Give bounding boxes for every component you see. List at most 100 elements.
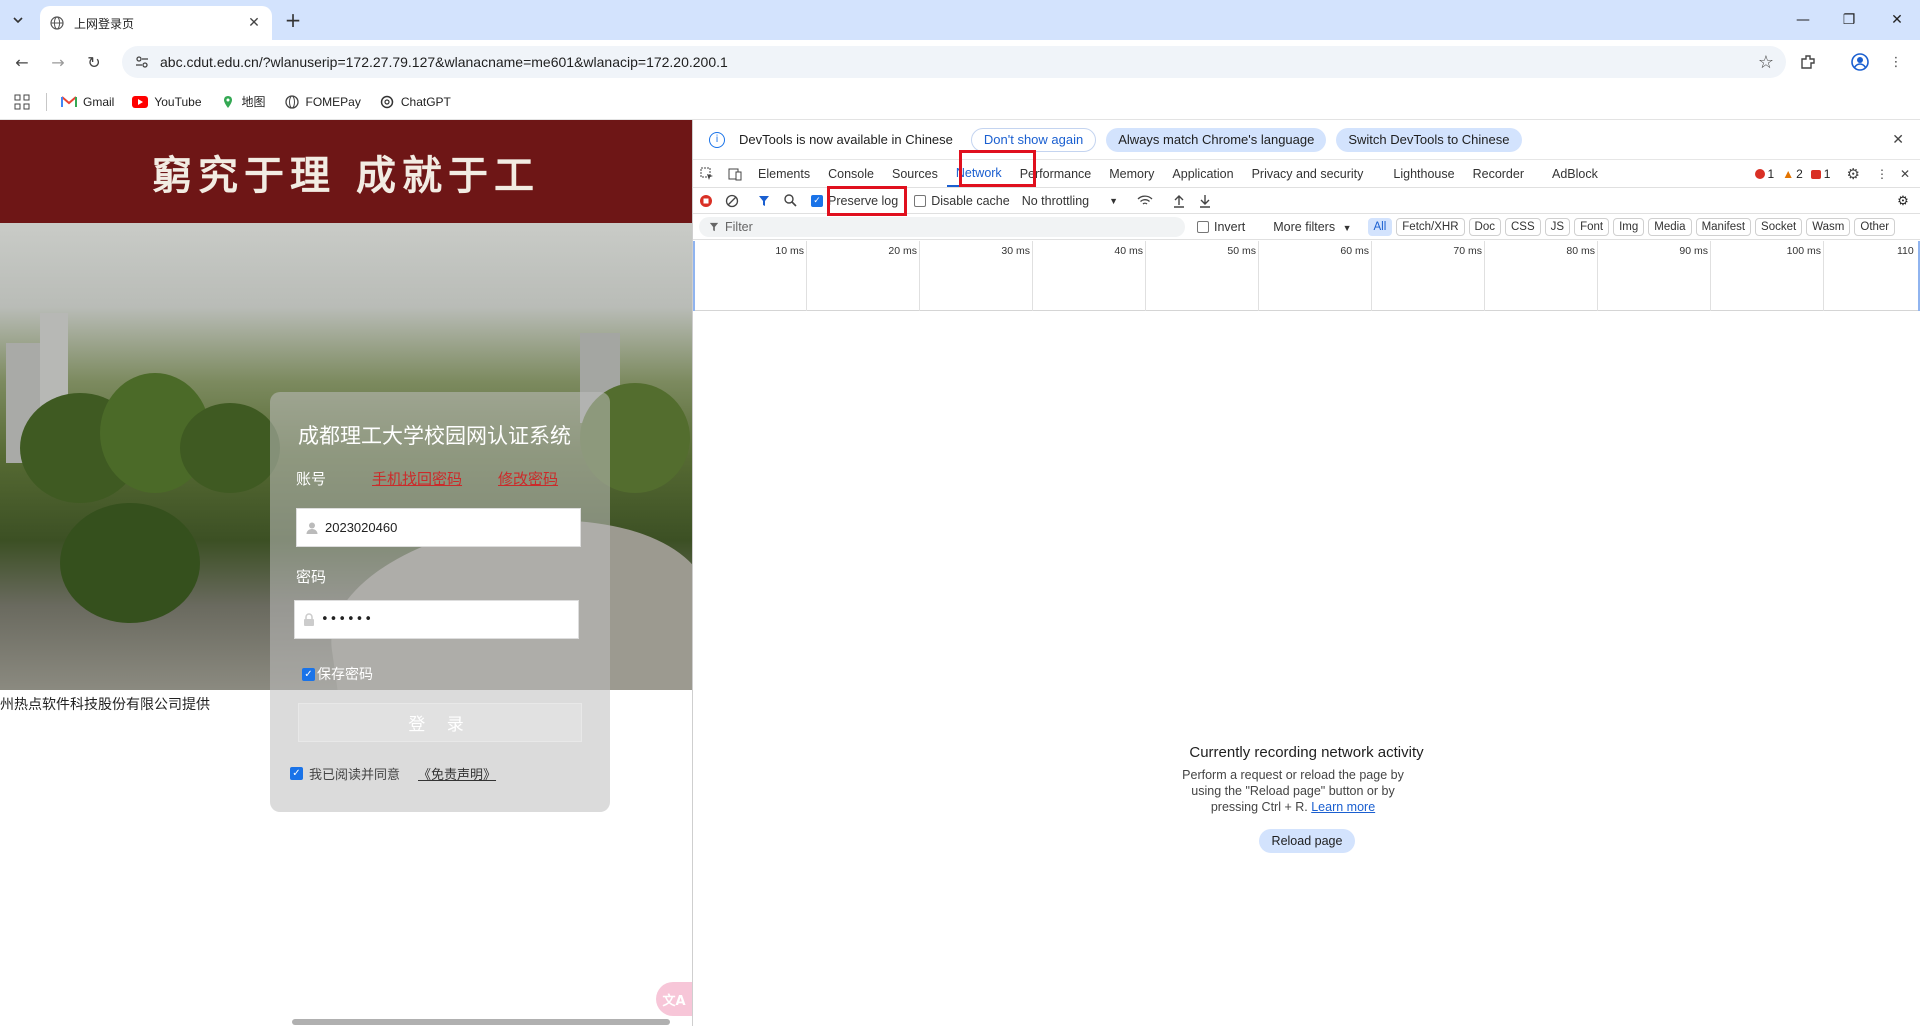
kebab-menu-icon[interactable]: ⋮ (1876, 167, 1888, 181)
timeline-tick-label: 30 ms (1001, 245, 1030, 257)
filter-chip-doc[interactable]: Doc (1468, 217, 1501, 236)
tab-elements[interactable]: Elements (749, 161, 819, 187)
reload-page-button[interactable]: Reload page (1259, 829, 1355, 853)
gear-icon[interactable]: ⚙ (1846, 165, 1859, 183)
timeline-tick-label: 70 ms (1453, 245, 1482, 257)
browser-tab[interactable]: 上网登录页 ✕ (40, 6, 272, 40)
filter-chip-img[interactable]: Img (1613, 217, 1645, 236)
inspect-element-icon[interactable] (693, 161, 721, 187)
search-icon[interactable] (777, 189, 803, 213)
timeline-tick-label: 90 ms (1679, 245, 1708, 257)
tab-strip: 上网登录页 ✕ + — ❐ ✕ (0, 0, 1920, 40)
globe-icon (284, 94, 300, 110)
devtools-close-icon[interactable]: ✕ (1900, 167, 1910, 181)
timeline-tick (1145, 241, 1146, 311)
change-password-link[interactable]: 修改密码 (498, 468, 558, 489)
switch-chinese-button[interactable]: Switch DevTools to Chinese (1336, 127, 1522, 152)
web-page: 窮究于理 成就于工 成都理工大学校园网认证系统 账号 手机找回密码 修改密码 2… (0, 120, 692, 1026)
bookmark-chatgpt[interactable]: ChatGPT (379, 94, 451, 110)
profile-icon[interactable] (1846, 48, 1874, 76)
timeline-tick (1258, 241, 1259, 311)
bookmark-star-icon[interactable]: ☆ (1758, 52, 1774, 73)
password-value: •••••• (321, 612, 374, 627)
login-button[interactable]: 登 录 (298, 703, 582, 742)
filter-chip-fetch-xhr[interactable]: Fetch/XHR (1396, 217, 1465, 236)
translate-icon[interactable]: 文A (656, 982, 692, 1016)
disable-cache-checkbox[interactable]: Disable cache (914, 194, 1010, 208)
more-filters-dropdown[interactable]: More filters ▼ (1273, 220, 1351, 234)
filter-chip-all[interactable]: All (1367, 217, 1393, 236)
password-input[interactable]: •••••• (294, 600, 579, 639)
bookmark-gmail[interactable]: Gmail (61, 94, 114, 110)
network-tab-highlight (959, 150, 1036, 187)
reload-button[interactable]: ↻ (80, 48, 108, 76)
save-password-checkbox[interactable]: ✓ 保存密码 (302, 664, 373, 684)
tab-close-icon[interactable]: ✕ (246, 15, 262, 31)
filter-chip-js[interactable]: JS (1544, 217, 1571, 236)
devtools-panel: i DevTools is now available in Chinese D… (693, 120, 1920, 1026)
tab-sources[interactable]: Sources (883, 161, 947, 187)
import-har-icon[interactable] (1166, 189, 1192, 213)
forward-button[interactable]: → (44, 48, 72, 76)
timeline-tick-label: 100 ms (1786, 245, 1821, 257)
close-window-button[interactable]: ✕ (1874, 0, 1920, 40)
bookmark-fomepay[interactable]: FOMEPay (284, 94, 361, 110)
tab-memory[interactable]: Memory (1100, 161, 1163, 187)
restore-button[interactable]: ❐ (1826, 0, 1872, 40)
site-info-icon[interactable] (134, 54, 150, 70)
timeline-tick (1710, 241, 1711, 311)
apps-grid-icon[interactable] (14, 94, 30, 110)
throttling-select[interactable]: No throttling ▼ (1022, 194, 1118, 208)
bookmark-maps[interactable]: 地图 (220, 93, 266, 110)
phone-recover-link[interactable]: 手机找回密码 (372, 468, 462, 489)
clear-icon[interactable] (719, 189, 745, 213)
tab-recorder[interactable]: Recorder (1464, 161, 1533, 187)
network-overview-timeline[interactable]: 10 ms 20 ms 30 ms 40 ms 50 ms 60 ms 70 m… (693, 241, 1920, 311)
filter-chip-other[interactable]: Other (1854, 217, 1896, 236)
menu-kebab-icon[interactable]: ⋮ (1882, 48, 1910, 76)
infobar-close-icon[interactable]: ✕ (1892, 132, 1904, 148)
dont-show-again-button[interactable]: Don't show again (970, 127, 1097, 152)
agree-checkbox[interactable]: ✓ 我已阅读并同意 《免责声明》 (290, 764, 496, 783)
extensions-icon[interactable] (1794, 48, 1822, 76)
device-toolbar-icon[interactable] (721, 161, 749, 187)
save-password-label: 保存密码 (317, 667, 373, 683)
filter-chip-media[interactable]: Media (1648, 217, 1692, 236)
filter-chip-font[interactable]: Font (1574, 217, 1610, 236)
error-icon (1754, 169, 1765, 179)
minimize-button[interactable]: — (1780, 0, 1826, 40)
timeline-left-handle[interactable] (693, 241, 695, 311)
learn-more-link[interactable]: Learn more (1311, 800, 1375, 814)
filter-chip-manifest[interactable]: Manifest (1695, 217, 1752, 236)
filter-chip-wasm[interactable]: Wasm (1806, 217, 1851, 236)
error-count[interactable]: 1 (1754, 167, 1774, 181)
tab-search-button[interactable] (6, 8, 30, 32)
filter-funnel-icon[interactable] (751, 189, 777, 213)
tab-adblock[interactable]: AdBlock (1543, 161, 1607, 187)
new-tab-button[interactable]: + (282, 8, 304, 32)
youtube-icon (132, 94, 149, 110)
dropdown-arrow-icon: ▼ (1342, 222, 1352, 233)
url-text: abc.cdut.edu.cn/?wlanuserip=172.27.79.12… (160, 54, 728, 70)
network-settings-gear-icon[interactable]: ⚙ (1890, 189, 1916, 213)
export-har-icon[interactable] (1192, 189, 1218, 213)
always-match-button[interactable]: Always match Chrome's language (1106, 127, 1327, 152)
record-stop-icon[interactable] (693, 189, 719, 213)
tab-privacy-security[interactable]: Privacy and security (1243, 161, 1373, 187)
warning-count[interactable]: ▲ 2 (1782, 167, 1803, 181)
issue-count[interactable]: 1 (1810, 167, 1830, 181)
back-button[interactable]: ← (8, 48, 36, 76)
filter-chip-socket[interactable]: Socket (1755, 217, 1803, 236)
bookmark-youtube[interactable]: YouTube (132, 94, 202, 110)
disclaimer-link[interactable]: 《免责声明》 (418, 764, 496, 783)
tab-application[interactable]: Application (1163, 161, 1242, 187)
horizontal-scrollbar[interactable] (0, 1018, 692, 1026)
tab-console[interactable]: Console (819, 161, 883, 187)
tab-lighthouse[interactable]: Lighthouse (1384, 161, 1463, 187)
network-conditions-icon[interactable] (1132, 189, 1158, 213)
invert-checkbox[interactable]: Invert (1197, 220, 1245, 234)
filter-input[interactable]: Filter (699, 216, 1185, 237)
filter-chip-css[interactable]: CSS (1504, 217, 1541, 236)
username-input[interactable]: 2023020460 (296, 508, 581, 547)
address-bar[interactable]: abc.cdut.edu.cn/?wlanuserip=172.27.79.12… (122, 46, 1786, 78)
